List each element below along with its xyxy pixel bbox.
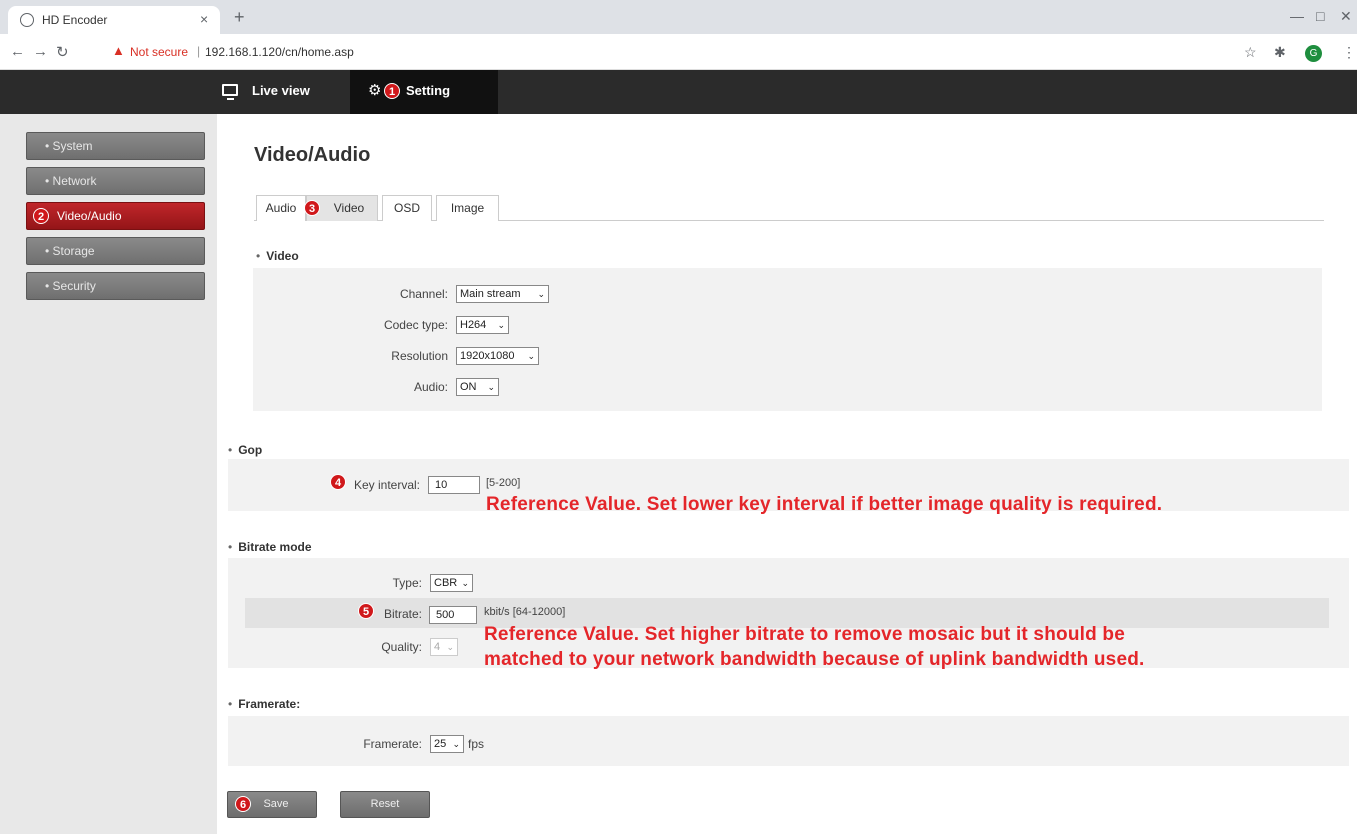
- quality-label: Quality:: [381, 640, 422, 654]
- key-interval-range: [5-200]: [486, 477, 521, 489]
- bitrate-annotation-line2: matched to your network bandwidth becaus…: [484, 649, 1145, 670]
- close-tab-icon[interactable]: ×: [200, 11, 208, 27]
- chevron-down-icon: ⌄: [497, 320, 505, 330]
- section-gop-title: • Gop: [228, 443, 263, 457]
- sidebar-item-security[interactable]: • Security: [26, 272, 205, 300]
- profile-avatar[interactable]: G: [1305, 45, 1322, 62]
- chevron-down-icon: ⌄: [452, 739, 460, 749]
- step-badge-3: 3: [304, 200, 320, 216]
- type-select[interactable]: CBR ⌄: [430, 574, 473, 592]
- framerate-select[interactable]: 25 ⌄: [430, 735, 464, 753]
- sidebar-item-system[interactable]: • System: [26, 132, 205, 160]
- framerate-unit: fps: [468, 737, 485, 751]
- codec-type-label: Codec type:: [383, 318, 448, 332]
- framerate-label: Framerate:: [363, 737, 422, 751]
- globe-icon: [20, 13, 34, 27]
- key-interval-input[interactable]: 10: [428, 476, 480, 494]
- bitrate-range: kbit/s [64-12000]: [484, 606, 566, 618]
- star-icon[interactable]: ☆: [1244, 44, 1257, 61]
- gop-annotation: Reference Value. Set lower key interval …: [486, 494, 1163, 515]
- resolution-label: Resolution: [391, 349, 448, 363]
- page-title: Video/Audio: [254, 144, 371, 166]
- monitor-icon: [222, 84, 238, 100]
- warning-icon: ▲: [112, 43, 125, 58]
- browser-tabstrip: HD Encoder × + — □ ✕: [0, 0, 1357, 34]
- not-secure-label: Not secure: [130, 45, 189, 59]
- browser-tab[interactable]: HD Encoder ×: [8, 6, 220, 34]
- bitrate-label: Bitrate:: [383, 607, 422, 621]
- audio-select[interactable]: ON ⌄: [456, 378, 499, 396]
- channel-label: Channel:: [399, 287, 448, 301]
- channel-select[interactable]: Main stream ⌄: [456, 285, 549, 303]
- chevron-down-icon: ⌄: [446, 642, 454, 652]
- sidebar-item-label: Video/Audio: [57, 209, 122, 223]
- window-close-icon[interactable]: ✕: [1340, 8, 1352, 25]
- bitrate-annotation-line1: Reference Value. Set higher bitrate to r…: [484, 624, 1125, 645]
- sidebar-item-storage[interactable]: • Storage: [26, 237, 205, 265]
- save-button[interactable]: 6 Save: [227, 791, 317, 818]
- gear-icon: ⚙: [368, 82, 382, 99]
- bitrate-input[interactable]: 500: [429, 606, 477, 624]
- section-framerate-title: • Framerate:: [228, 697, 301, 711]
- maximize-icon[interactable]: □: [1316, 8, 1324, 24]
- back-icon[interactable]: ←: [10, 43, 25, 60]
- address-bar: ← → ↻ ▲ Not secure | 192.168.1.120/cn/ho…: [0, 34, 1357, 70]
- reload-icon[interactable]: ↻: [56, 43, 69, 61]
- app-header: Live view ⚙ 1 Setting: [0, 70, 1357, 114]
- type-label: Type:: [392, 576, 422, 590]
- nav-live-view[interactable]: Live view: [222, 70, 342, 114]
- chevron-down-icon: ⌄: [527, 351, 535, 361]
- nav-setting[interactable]: ⚙ 1 Setting: [350, 70, 498, 114]
- minimize-icon[interactable]: —: [1290, 8, 1304, 24]
- tab-video[interactable]: 3 Video: [304, 195, 378, 221]
- audio-label: Audio:: [413, 380, 448, 394]
- quality-select[interactable]: 4 ⌄: [430, 638, 458, 656]
- nav-setting-label: Setting: [406, 83, 451, 98]
- section-video-title: • Video: [256, 249, 299, 263]
- url-separator: |: [197, 44, 201, 58]
- url-field[interactable]: ▲ Not secure | 192.168.1.120/cn/home.asp: [100, 39, 1220, 65]
- step-badge-6: 6: [235, 796, 251, 812]
- sidebar-item-network[interactable]: • Network: [26, 167, 205, 195]
- resolution-select[interactable]: 1920x1080 ⌄: [456, 347, 539, 365]
- section-bitrate-title: • Bitrate mode: [228, 540, 312, 554]
- codec-type-select[interactable]: H264 ⌄: [456, 316, 509, 334]
- chevron-down-icon: ⌄: [487, 382, 495, 392]
- tab-osd[interactable]: OSD: [382, 195, 432, 221]
- chevron-down-icon: ⌄: [461, 578, 469, 588]
- step-badge-2: 2: [33, 208, 49, 224]
- chevron-down-icon: ⌄: [537, 289, 545, 299]
- nav-live-view-label: Live view: [252, 83, 310, 98]
- url-text: 192.168.1.120/cn/home.asp: [205, 45, 354, 59]
- browser-tab-title: HD Encoder: [42, 13, 108, 27]
- menu-icon[interactable]: ⋮: [1342, 44, 1356, 61]
- new-tab-button[interactable]: +: [234, 7, 245, 28]
- tab-audio[interactable]: Audio: [256, 195, 306, 221]
- tab-image[interactable]: Image: [436, 195, 499, 221]
- extensions-icon[interactable]: ✱: [1274, 44, 1286, 61]
- step-badge-1: 1: [384, 83, 400, 99]
- reset-button[interactable]: Reset: [340, 791, 430, 818]
- sidebar-item-video-audio[interactable]: 2 Video/Audio: [26, 202, 205, 230]
- forward-icon[interactable]: →: [33, 43, 48, 60]
- key-interval-label: Key interval:: [353, 478, 420, 492]
